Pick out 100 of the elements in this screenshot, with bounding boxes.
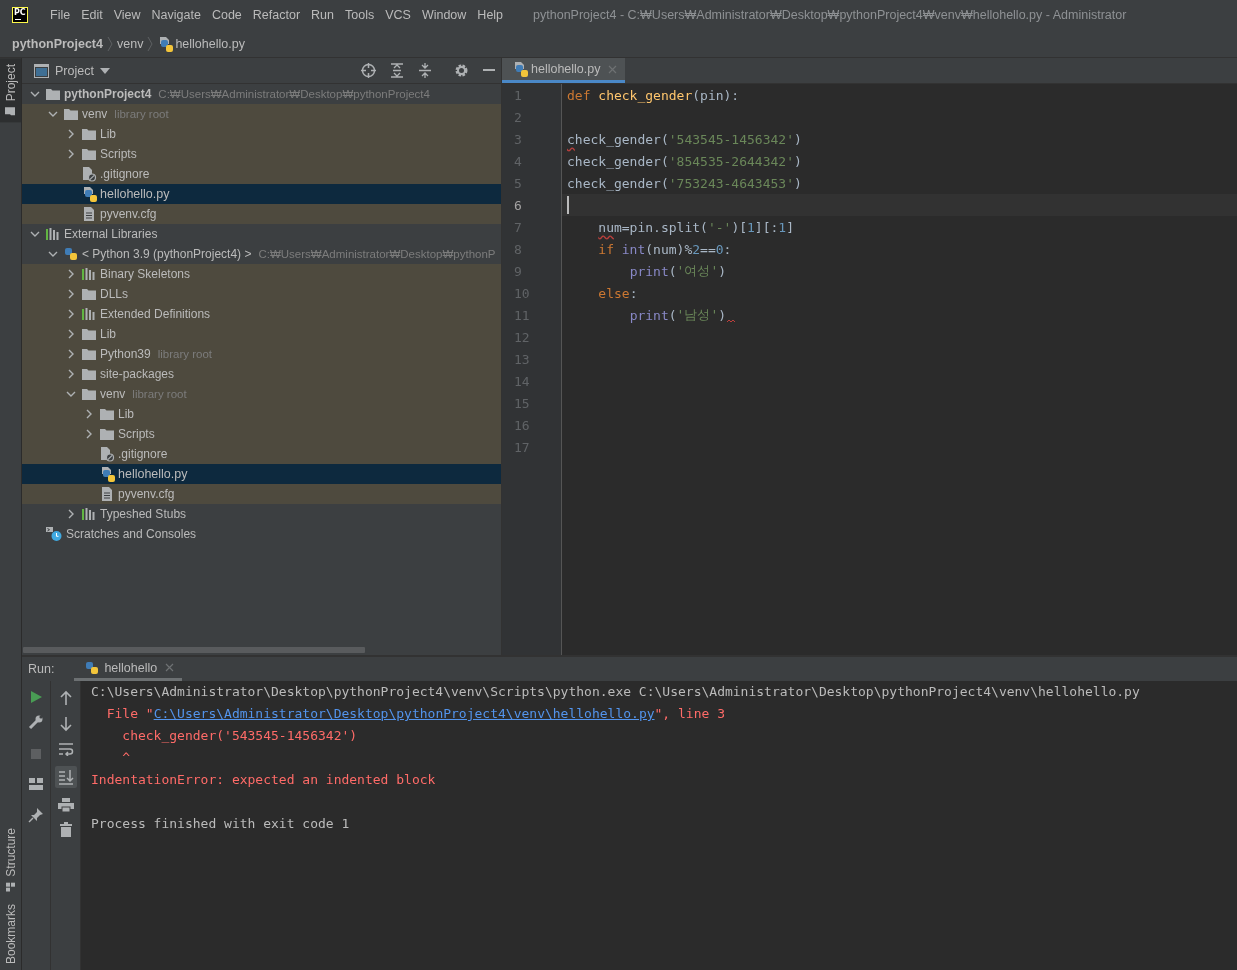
- locate-icon[interactable]: [361, 63, 376, 78]
- tree-item[interactable]: External Libraries: [22, 224, 501, 244]
- editor-tab[interactable]: hellohello.py: [502, 58, 625, 83]
- tool-window-tab[interactable]: Project: [0, 58, 21, 123]
- tree-item[interactable]: Lib: [22, 324, 501, 344]
- breadcrumb[interactable]: hellohello.py: [157, 35, 245, 52]
- folder-icon: [81, 147, 97, 161]
- breadcrumb[interactable]: pythonProject4: [12, 36, 103, 51]
- scroll-to-end-icon[interactable]: [54, 766, 77, 788]
- python-icon: [63, 246, 79, 262]
- wrench-icon[interactable]: [28, 714, 44, 730]
- run-tab[interactable]: hellohello: [74, 657, 183, 681]
- file-link[interactable]: C:\Users\Administrator\Desktop\pythonProject4\venv\hellohello.py: [153, 706, 655, 721]
- python-file-icon: [157, 35, 174, 52]
- path-hint: C:₩Users₩Administrator₩Desktop₩pythonP: [258, 248, 496, 260]
- library-icon: [81, 507, 97, 521]
- folder-icon: [99, 427, 115, 441]
- collapse-all-icon[interactable]: [418, 63, 432, 78]
- python-file-icon: [81, 186, 97, 202]
- menu-item[interactable]: View: [108, 4, 146, 26]
- menu-item[interactable]: VCS: [380, 4, 416, 26]
- down-arrow-icon[interactable]: [58, 716, 73, 732]
- soft-wrap-icon[interactable]: [57, 742, 74, 756]
- tree-item[interactable]: site-packages: [22, 364, 501, 384]
- breadcrumb[interactable]: venv: [117, 36, 144, 51]
- tree-item[interactable]: Lib: [22, 124, 501, 144]
- console-line: C:\Users\Administrator\Desktop\pythonProject4\venv\Scripts\python.exe C:\Users\Administrator\Desktop\pythonProject4\venv\hellohello.py: [91, 683, 1141, 701]
- menu-item[interactable]: Window: [416, 4, 472, 26]
- run-icon[interactable]: [29, 690, 43, 704]
- menu-item[interactable]: Refactor: [247, 4, 306, 26]
- scratches-icon: [45, 526, 63, 542]
- code-line: else:: [597, 284, 639, 303]
- tree-item[interactable]: Lib: [22, 404, 501, 424]
- structure-icon: [5, 881, 16, 892]
- path-hint: library root: [114, 108, 169, 120]
- pin-icon[interactable]: [28, 807, 44, 823]
- horizontal-scrollbar[interactable]: [23, 647, 365, 653]
- tree-item[interactable]: Scripts: [22, 424, 501, 444]
- settings-icon[interactable]: [454, 63, 469, 78]
- tree-item[interactable]: Binary Skeletons: [22, 264, 501, 284]
- menu-item[interactable]: Navigate: [146, 4, 206, 26]
- close-icon[interactable]: [165, 663, 175, 672]
- panel-icon: [34, 63, 49, 78]
- expand-all-icon[interactable]: [390, 63, 404, 78]
- path-hint: library root: [157, 348, 213, 360]
- tree-item[interactable]: hellohello.py: [22, 184, 501, 204]
- console-line: File "C:\Users\Administrator\Desktop\pythonProject4\venv\hellohello.py", line 3: [105, 705, 726, 723]
- menu-item[interactable]: Tools: [340, 4, 380, 26]
- tree-item[interactable]: Scratches and Consoles: [22, 524, 501, 544]
- path-hint: library root: [132, 388, 187, 400]
- layout-icon[interactable]: [29, 778, 43, 790]
- window-title: pythonProject4 - C:₩Users₩Administrator₩Desktop₩pythonProject4₩venv₩hellohello.py - Administrator: [533, 8, 1127, 22]
- library-icon: [81, 307, 97, 321]
- caret-icon: [99, 67, 110, 74]
- print-icon[interactable]: [57, 798, 74, 812]
- tree-item[interactable]: DLLs: [22, 284, 501, 304]
- folder-icon: [81, 387, 97, 401]
- tree-item[interactable]: pyvenv.cfg: [22, 484, 501, 504]
- code-line: check_gender('753243-4643453'): [566, 174, 803, 193]
- tree-item[interactable]: .gitignore: [22, 164, 501, 184]
- console-line: ^: [121, 749, 132, 767]
- menu-item[interactable]: Run: [306, 4, 339, 26]
- project-icon: [5, 106, 16, 117]
- tree-item[interactable]: pyvenv.cfg: [22, 204, 501, 224]
- python-file-icon: [512, 61, 528, 77]
- tool-window-tab[interactable]: Structure: [0, 822, 21, 898]
- tree-item[interactable]: venv library root: [22, 384, 501, 404]
- code-line: print('여성'): [628, 262, 728, 281]
- menu-item[interactable]: Help: [472, 4, 509, 26]
- up-arrow-icon[interactable]: [58, 690, 73, 706]
- text-cursor: [567, 196, 569, 214]
- view-selector[interactable]: Project: [55, 63, 110, 78]
- library-icon: [81, 267, 97, 281]
- menu-item[interactable]: Edit: [76, 4, 108, 26]
- trash-icon[interactable]: [59, 822, 72, 837]
- tree-item[interactable]: Typeshed Stubs: [22, 504, 501, 524]
- tree-item[interactable]: < Python 3.9 (pythonProject4) > C:₩Users₩Administrator₩Desktop₩pythonP: [22, 244, 501, 264]
- tree-item[interactable]: venv library root: [22, 104, 501, 124]
- folder-icon: [81, 347, 97, 361]
- tree-item[interactable]: Python39 library root: [22, 344, 501, 364]
- folder-icon: [63, 107, 79, 121]
- tree-item[interactable]: .gitignore: [22, 444, 501, 464]
- folder-icon: [81, 127, 97, 141]
- folder-icon: [81, 287, 97, 301]
- menu-item[interactable]: Code: [206, 4, 247, 26]
- tree-item[interactable]: hellohello.py: [22, 464, 501, 484]
- console-line: check_gender('543545-1456342'): [121, 727, 359, 745]
- folder-icon: [99, 407, 115, 421]
- tool-window-tab[interactable]: Bookmarks: [0, 897, 21, 970]
- python-icon: [84, 659, 101, 676]
- code-line: num=pin.split('-')[1][:1]: [597, 218, 795, 237]
- separator-icon: [107, 35, 113, 52]
- run-label: Run:: [27, 661, 56, 678]
- tree-item[interactable]: pythonProject4 C:₩Users₩Administrator₩Desktop₩pythonProject4: [22, 84, 501, 104]
- app-logo: PC: [12, 7, 28, 23]
- minimize-icon[interactable]: [483, 69, 495, 72]
- menu-item[interactable]: File: [45, 4, 76, 26]
- tree-item[interactable]: Scripts: [22, 144, 501, 164]
- tree-item[interactable]: Extended Definitions: [22, 304, 501, 324]
- folder-icon: [45, 87, 61, 101]
